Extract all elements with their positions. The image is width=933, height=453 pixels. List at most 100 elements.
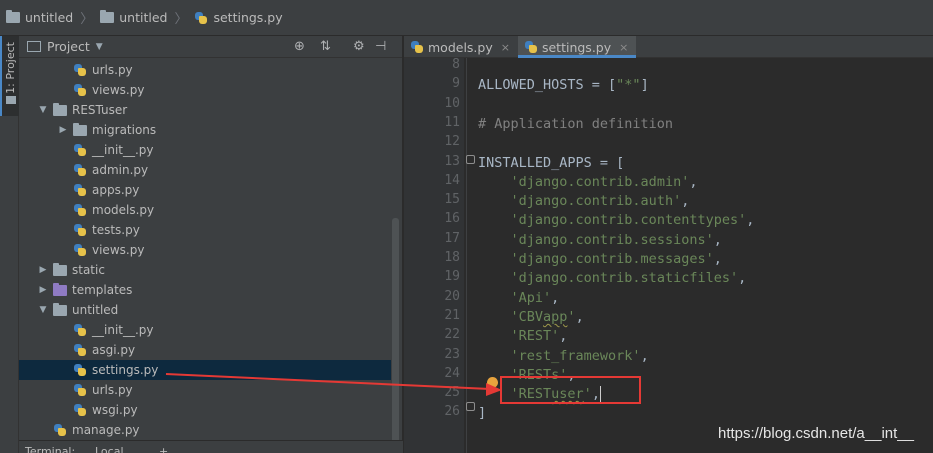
collapse-all-icon[interactable]: ⇅ — [320, 39, 331, 54]
tree-item[interactable]: __init__.py — [19, 140, 391, 160]
terminal-session-tab[interactable]: Local — [95, 445, 124, 453]
editor-tab-bar: models.py × settings.py × — [404, 36, 933, 58]
chevron-right-icon[interactable]: ▶ — [37, 265, 49, 275]
line-number: 15 — [444, 192, 460, 208]
tree-item[interactable]: urls.py — [19, 60, 391, 80]
chevron-right-icon[interactable]: ▶ — [57, 125, 69, 135]
tree-item[interactable]: views.py — [19, 80, 391, 100]
code-line[interactable]: INSTALLED_APPS = [ — [478, 155, 624, 171]
tab-settings-py[interactable]: settings.py × — [517, 36, 637, 58]
line-number: 22 — [444, 327, 460, 343]
project-tree: urls.py views.py ▼ RESTuser ▶ migrations __ini… — [19, 58, 391, 453]
watermark: https://blog.csdn.net/a__int__ — [718, 425, 914, 442]
code-line[interactable]: 'django.contrib.sessions', — [478, 232, 722, 248]
python-file-icon — [73, 143, 87, 157]
terminal-tab[interactable]: Terminal: — [25, 445, 75, 453]
chevron-down-icon[interactable]: ▼ — [37, 105, 49, 115]
code-line[interactable]: 'django.contrib.messages', — [478, 251, 722, 267]
code-line[interactable]: 'CBVapp', — [478, 309, 584, 325]
project-tool-label: 1: Project — [4, 42, 17, 94]
close-icon[interactable]: × — [501, 41, 510, 54]
tree-item[interactable]: __init__.py — [19, 320, 391, 340]
python-file-icon — [73, 243, 87, 257]
annotation-highlight-box — [500, 376, 641, 404]
tree-item-label: __init__.py — [92, 323, 154, 337]
tree-item[interactable]: ▶ static — [19, 260, 391, 280]
add-terminal-icon[interactable]: + — [159, 445, 168, 453]
tree-item-label: urls.py — [92, 383, 133, 397]
editor-gutter: 8 9 10 11 12 13 14 15 16 17 18 19 20 21 22 23 24 25 26 — [404, 57, 464, 453]
line-number: 8 — [452, 57, 460, 72]
folder-icon — [53, 102, 67, 116]
hide-panel-icon[interactable]: ⊣ — [375, 39, 386, 54]
chevron-down-icon[interactable]: ▼ — [37, 305, 49, 315]
tree-item-label: views.py — [92, 83, 145, 97]
code-line[interactable]: 'Api', — [478, 290, 560, 306]
breadcrumb-item[interactable]: untitled — [6, 10, 73, 25]
lightbulb-icon[interactable] — [487, 377, 498, 390]
chevron-right-icon[interactable]: ▶ — [37, 285, 49, 295]
tree-item[interactable]: wsgi.py — [19, 400, 391, 420]
line-number: 12 — [444, 134, 460, 150]
tree-item[interactable]: models.py — [19, 200, 391, 220]
breadcrumb-item[interactable]: untitled — [100, 10, 167, 25]
python-file-icon — [73, 83, 87, 97]
python-file-icon — [73, 203, 87, 217]
project-view-selector[interactable]: Project — [47, 39, 90, 54]
tab-models-py[interactable]: models.py × — [404, 36, 518, 58]
code-line[interactable]: 'django.contrib.staticfiles', — [478, 270, 747, 286]
tree-item[interactable]: urls.py — [19, 380, 391, 400]
project-tool-window-tab[interactable]: 1: Project — [0, 36, 19, 116]
tree-item[interactable]: admin.py — [19, 160, 391, 180]
line-number: 20 — [444, 288, 460, 304]
tree-item[interactable]: tests.py — [19, 220, 391, 240]
close-icon[interactable]: × — [619, 41, 628, 54]
code-line[interactable]: 'django.contrib.contenttypes', — [478, 212, 755, 228]
line-number: 13 — [444, 153, 460, 169]
breadcrumb-item[interactable]: settings.py — [194, 10, 283, 25]
left-tool-stripe: 1: Project — [0, 36, 19, 453]
chevron-down-icon[interactable]: ▼ — [96, 42, 103, 52]
code-line[interactable]: 'rest_framework', — [478, 348, 649, 364]
crosshair-icon[interactable]: ⊕ — [294, 39, 305, 54]
tree-item-label: urls.py — [92, 63, 133, 77]
bottom-tool-bar: Terminal: Local + — [19, 440, 403, 453]
tree-item[interactable]: ▶ templates — [19, 280, 391, 300]
line-number: 23 — [444, 346, 460, 362]
tree-item-label: views.py — [92, 243, 145, 257]
code-line[interactable]: ] — [478, 405, 486, 421]
breadcrumb-separator-icon: 〉 — [174, 12, 188, 27]
tree-item-label: untitled — [72, 303, 119, 317]
code-line[interactable]: 'django.contrib.admin', — [478, 174, 698, 190]
tree-item[interactable]: ▼ untitled — [19, 300, 391, 320]
tree-item[interactable]: asgi.py — [19, 340, 391, 360]
code-line[interactable]: 'django.contrib.auth', — [478, 193, 690, 209]
scrollbar-thumb[interactable] — [392, 218, 399, 453]
line-number: 16 — [444, 211, 460, 227]
tree-item[interactable]: views.py — [19, 240, 391, 260]
fold-marker-icon[interactable] — [466, 155, 475, 164]
python-file-icon — [73, 63, 87, 77]
folder-icon — [6, 96, 16, 104]
project-view-icon — [27, 41, 41, 52]
code-line[interactable]: 'REST', — [478, 328, 568, 344]
tree-scrollbar[interactable] — [391, 58, 400, 453]
project-panel-header: Project ▼ ⊕ ⇅ ⚙ ⊣ — [19, 36, 402, 58]
code-line[interactable]: ALLOWED_HOSTS = ["*"] — [478, 77, 649, 93]
tree-item[interactable]: manage.py — [19, 420, 391, 440]
tree-item[interactable]: apps.py — [19, 180, 391, 200]
breadcrumb: untitled 〉 untitled 〉 settings.py — [0, 0, 933, 36]
gear-icon[interactable]: ⚙ — [353, 39, 365, 54]
line-number: 25 — [444, 385, 460, 401]
code-line[interactable]: # Application definition — [478, 116, 673, 132]
line-number: 26 — [444, 404, 460, 420]
tree-item-label: asgi.py — [92, 343, 136, 357]
line-number: 17 — [444, 230, 460, 246]
tree-item[interactable]: settings.py — [19, 360, 391, 380]
tree-item[interactable]: ▼ RESTuser — [19, 100, 391, 120]
tree-item-label: models.py — [92, 203, 155, 217]
line-number: 19 — [444, 269, 460, 285]
line-number: 9 — [452, 76, 460, 92]
fold-marker-icon[interactable] — [466, 402, 475, 411]
tree-item[interactable]: ▶ migrations — [19, 120, 391, 140]
